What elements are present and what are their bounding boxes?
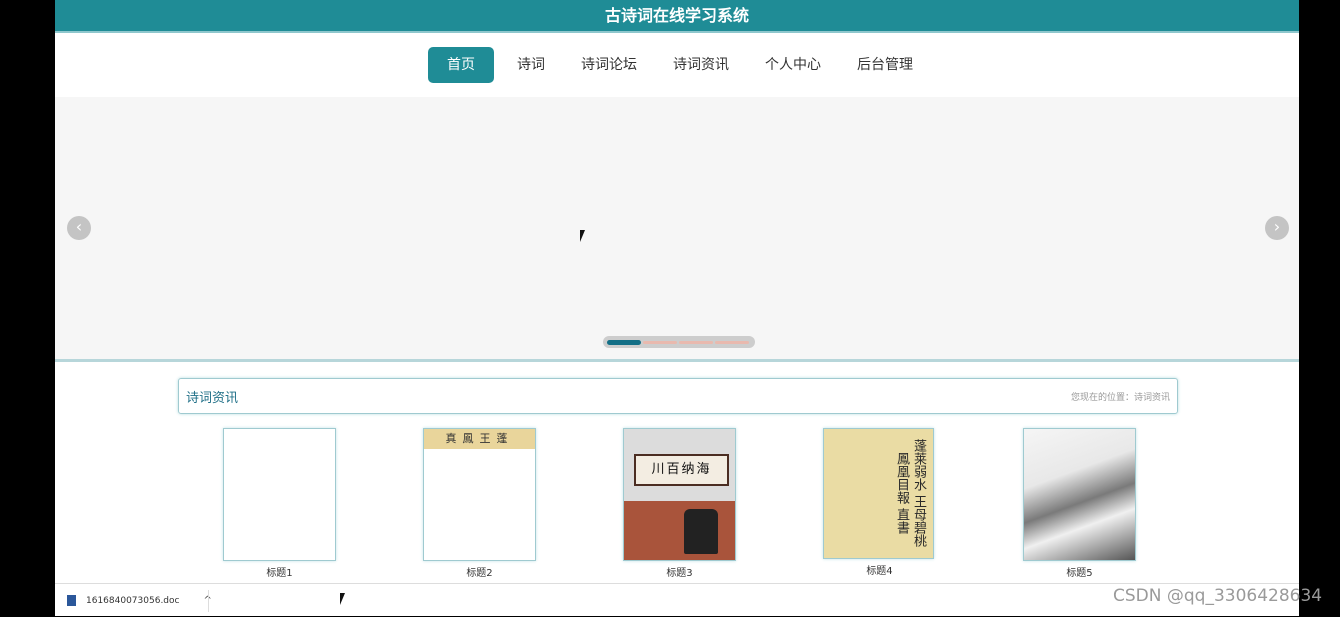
watermark: CSDN @qq_3306428634 <box>1113 586 1323 606</box>
carousel-dot-4[interactable] <box>715 340 749 344</box>
download-item[interactable]: 1616840073056.doc ^ <box>67 584 212 617</box>
mouse-cursor-icon <box>580 230 590 242</box>
news-card[interactable]: 真鳳王蓬 标题2 <box>423 428 536 579</box>
window-edge <box>1300 0 1340 616</box>
carousel-indicators <box>603 336 755 348</box>
news-card[interactable]: 蓬莱弱水 王母碧桃 鳳凰目報 直書 标题4 <box>823 428 936 579</box>
card-thumbnail[interactable] <box>1023 428 1136 561</box>
news-card-list: 标题1 真鳳王蓬 标题2 川百纳海 标题3 蓬莱弱水 王母碧桃 鳳凰目報 直書 … <box>223 428 1136 579</box>
calligraphy-text: 蓬莱弱水 王母碧桃 鳳凰目報 直書 <box>894 439 926 548</box>
carousel-dot-3[interactable] <box>679 340 713 344</box>
nav-item-forum[interactable]: 诗词论坛 <box>568 47 650 83</box>
app-title: 古诗词在线学习系统 <box>604 6 749 25</box>
mouse-cursor-icon <box>340 593 350 605</box>
nav-item-poems[interactable]: 诗词 <box>504 47 558 83</box>
nav-item-personal-center[interactable]: 个人中心 <box>752 47 834 83</box>
download-filename[interactable]: 1616840073056.doc <box>86 596 179 606</box>
divider <box>208 590 209 612</box>
chevron-right-icon[interactable]: › <box>1265 216 1289 240</box>
main-nav: 首页 诗词 诗词论坛 诗词资讯 个人中心 后台管理 <box>55 33 1299 97</box>
card-title[interactable]: 标题4 <box>823 562 936 577</box>
carousel-dot-1[interactable] <box>607 339 641 345</box>
card-thumbnail[interactable] <box>223 428 336 561</box>
breadcrumb: 您现在的位置：诗词资讯 <box>1070 392 1170 403</box>
chevron-left-icon[interactable]: ‹ <box>67 216 91 240</box>
news-card[interactable]: 标题1 <box>223 428 336 579</box>
word-document-icon <box>67 595 76 606</box>
news-card[interactable]: 标题5 <box>1023 428 1136 579</box>
card-title[interactable]: 标题3 <box>623 564 736 579</box>
section-title: 诗词资讯 <box>186 390 239 406</box>
chair-image <box>684 509 718 554</box>
news-card[interactable]: 川百纳海 标题3 <box>623 428 736 579</box>
nav-item-news[interactable]: 诗词资讯 <box>660 47 742 83</box>
app-title-bar: 古诗词在线学习系统 <box>55 0 1299 33</box>
section-header: 诗词资讯 您现在的位置：诗词资讯 <box>178 378 1178 414</box>
card-thumbnail[interactable]: 真鳳王蓬 <box>423 428 536 561</box>
page: 古诗词在线学习系统 首页 诗词 诗词论坛 诗词资讯 个人中心 后台管理 ‹ › … <box>55 0 1299 583</box>
calligraphy-strip: 真鳳王蓬 <box>424 429 535 449</box>
calligraphy-plaque: 川百纳海 <box>634 454 729 486</box>
nav-item-admin[interactable]: 后台管理 <box>844 47 926 83</box>
nav-item-home[interactable]: 首页 <box>428 47 494 83</box>
carousel-dot-2[interactable] <box>643 340 677 344</box>
card-thumbnail[interactable]: 蓬莱弱水 王母碧桃 鳳凰目報 直書 <box>823 428 934 559</box>
card-title[interactable]: 标题5 <box>1023 564 1136 579</box>
banner-carousel: ‹ › <box>55 97 1299 362</box>
card-title[interactable]: 标题2 <box>423 564 536 579</box>
card-title[interactable]: 标题1 <box>223 564 336 579</box>
card-thumbnail[interactable]: 川百纳海 <box>623 428 736 561</box>
